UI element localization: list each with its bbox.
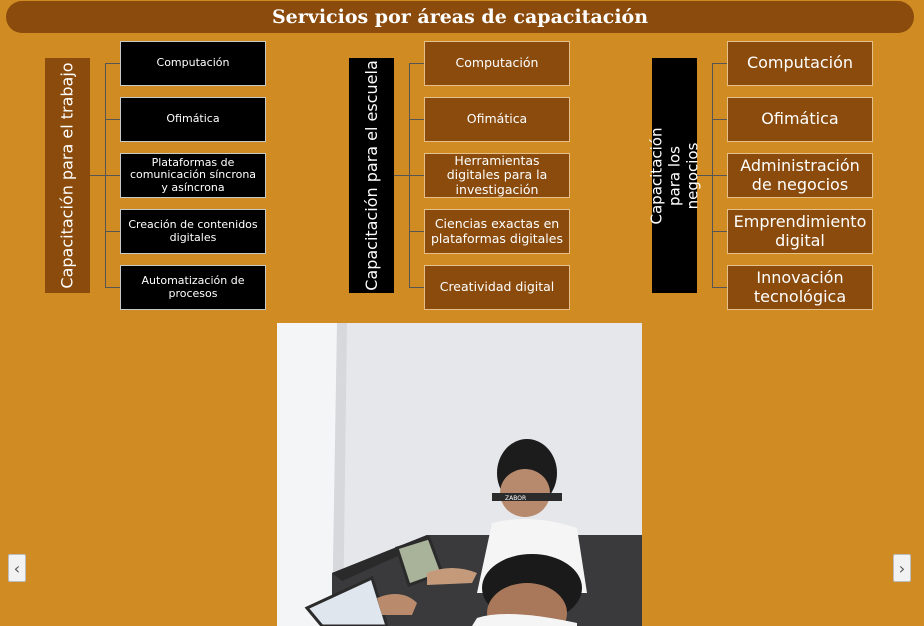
service-item-contenidos: Creación de contenidos digitales — [120, 209, 266, 254]
connector — [712, 231, 727, 232]
prev-slide-button[interactable]: ‹ — [8, 554, 26, 582]
connector — [105, 287, 120, 288]
service-item-automatizacion: Automatización de procesos — [120, 265, 266, 310]
connector — [712, 119, 727, 120]
connector — [105, 63, 120, 64]
service-item-ofimatica: Ofimática — [120, 97, 266, 142]
connector — [90, 175, 105, 176]
connector — [712, 175, 727, 176]
connector — [105, 175, 120, 176]
connector — [697, 175, 712, 176]
headband-text: ZABOR — [505, 495, 526, 502]
connector — [409, 175, 424, 176]
service-item-computacion: Computación — [727, 41, 873, 86]
service-item-herramientas: Herramientas digitales para la investiga… — [424, 153, 570, 198]
connector — [409, 231, 424, 232]
service-item-ciencias: Ciencias exactas en plataformas digitale… — [424, 209, 570, 254]
slideshow-photo: ZABOR — [277, 323, 642, 626]
connector — [409, 63, 424, 64]
service-item-plataformas: Plataformas de comunicación síncrona y a… — [120, 153, 266, 198]
connector — [409, 287, 424, 288]
service-item-ofimatica: Ofimática — [424, 97, 570, 142]
page-title-text: Servicios por áreas de capacitación — [271, 6, 649, 28]
next-slide-button[interactable]: › — [893, 554, 911, 582]
section-label-trabajo: Capacitación para el trabajo — [45, 58, 90, 293]
service-item-emprendimiento: Emprendimiento digital — [727, 209, 873, 254]
connector — [409, 119, 424, 120]
service-item-administracion: Administración de negocios — [727, 153, 873, 198]
chevron-left-icon: ‹ — [13, 558, 21, 578]
service-item-computacion: Computación — [424, 41, 570, 86]
page-title: Servicios por áreas de capacitación — [6, 1, 914, 33]
connector — [394, 175, 409, 176]
connector — [712, 63, 727, 64]
chevron-right-icon: › — [898, 558, 906, 578]
section-label-negocios: Capacitación para los negocios — [648, 58, 702, 293]
connector — [712, 287, 727, 288]
service-item-computacion: Computación — [120, 41, 266, 86]
connector — [105, 119, 120, 120]
service-item-ofimatica: Ofimática — [727, 97, 873, 142]
section-label-escuela: Capacitación para el escuela — [349, 58, 394, 293]
connector — [105, 231, 120, 232]
service-item-creatividad: Creatividad digital — [424, 265, 570, 310]
students-photo-illustration: ZABOR — [277, 323, 642, 626]
service-item-innovacion: Innovación tecnológica — [727, 265, 873, 310]
